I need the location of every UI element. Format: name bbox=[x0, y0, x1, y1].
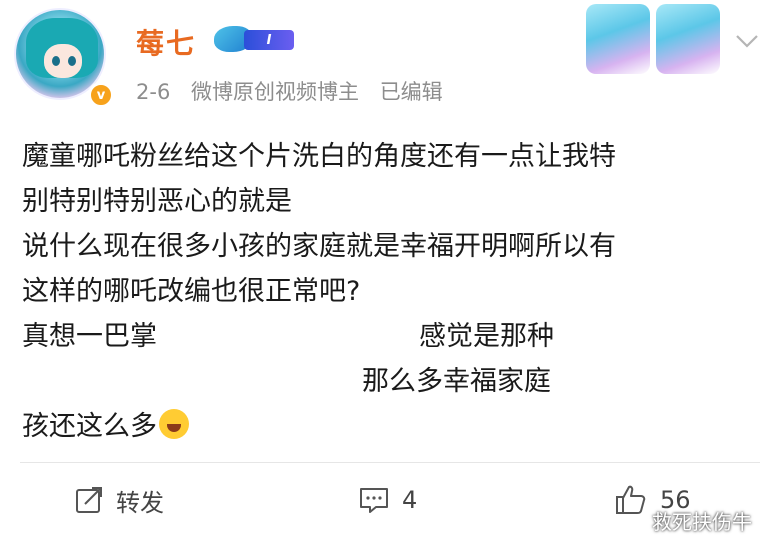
repost-label: 转发 bbox=[116, 488, 164, 517]
redacted-area bbox=[22, 368, 362, 398]
post-content: 魔童哪吒粉丝给这个片洗白的角度还有一点让我特 别特别特别恶心的就是 说什么现在很… bbox=[22, 134, 768, 449]
content-line: 孩还这么多 bbox=[22, 404, 768, 449]
redacted-area bbox=[157, 323, 419, 353]
post-meta: 2-6 微博原创视频博主 已编辑 bbox=[136, 76, 457, 106]
content-line: 魔童哪吒粉丝给这个片洗白的角度还有一点让我特 bbox=[22, 141, 616, 172]
avatar[interactable]: v bbox=[14, 8, 114, 108]
watermark: 救死扶伤牛 bbox=[652, 510, 752, 534]
thumbs-up-icon bbox=[616, 485, 646, 514]
chevron-down-icon[interactable] bbox=[734, 28, 760, 54]
post-date: 2-6 bbox=[136, 80, 171, 104]
repost-button[interactable]: 转发 bbox=[74, 480, 164, 520]
level-badge[interactable]: I bbox=[214, 26, 296, 52]
content-line: 说什么现在很多小孩的家庭就是幸福开明啊所以有 bbox=[22, 231, 616, 262]
comment-icon bbox=[360, 488, 388, 513]
content-line: 别特别特别恶心的就是 bbox=[22, 186, 292, 217]
username[interactable]: 莓七 bbox=[136, 22, 196, 62]
repost-icon bbox=[76, 487, 102, 513]
laughing-tears-emoji bbox=[159, 409, 189, 439]
edited-label[interactable]: 已编辑 bbox=[380, 80, 443, 104]
content-line: 这样的哪吒改编也很正常吧? bbox=[22, 276, 361, 307]
content-line: 真想一巴掌 感觉是那种 bbox=[22, 314, 768, 359]
comment-button[interactable]: 4 bbox=[358, 480, 417, 520]
comment-count: 4 bbox=[402, 486, 418, 514]
content-line: 那么多幸福家庭 bbox=[22, 359, 768, 404]
content-text: 感觉是那种 bbox=[419, 321, 554, 352]
weibo-post: v 莓七 I 2-6 微博原创视频博主 已编辑 魔童哪吒粉丝给这个片洗白的角度还… bbox=[0, 0, 772, 544]
divider bbox=[20, 462, 760, 463]
content-text: 真想一巴掌 bbox=[22, 321, 157, 352]
level-label: I bbox=[244, 30, 294, 50]
header-decoration bbox=[586, 4, 724, 74]
character-illustration bbox=[586, 4, 650, 74]
content-text: 那么多幸福家庭 bbox=[362, 366, 551, 397]
content-text: 孩还这么多 bbox=[22, 411, 157, 442]
character-illustration bbox=[656, 4, 720, 74]
author-role: 微博原创视频博主 bbox=[191, 80, 359, 104]
verified-badge: v bbox=[88, 82, 114, 108]
